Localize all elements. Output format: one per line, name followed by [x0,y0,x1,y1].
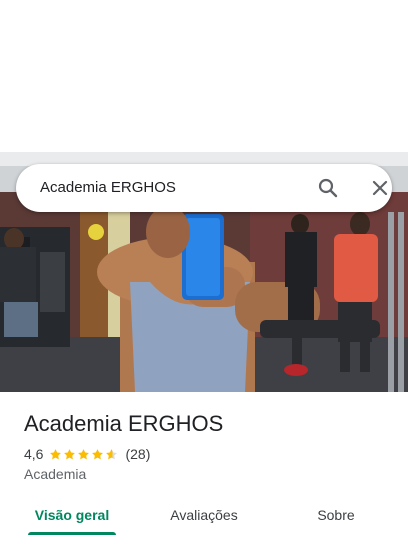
tab-reviews[interactable]: Avaliações [152,506,256,544]
tab-bar: Visão geral Avaliações Sobre [0,496,408,544]
star-icon [78,448,90,459]
search-bar[interactable]: Academia ERGHOS [16,164,392,212]
place-category[interactable]: Academia [24,465,86,483]
place-info-panel: Academia ERGHOS 4,6 (28) Academia Visão … [0,392,408,544]
tab-overview[interactable]: Visão geral [20,506,124,544]
star-rating [49,448,119,461]
rating-row[interactable]: 4,6 (28) [24,444,150,464]
star-icon [92,448,104,459]
star-icon [106,448,118,459]
active-tab-indicator [28,532,116,535]
search-icon[interactable] [316,176,340,200]
search-input[interactable]: Academia ERGHOS [40,178,176,198]
close-icon[interactable] [368,176,392,200]
place-title: Academia ERGHOS [24,411,224,436]
rating-value: 4,6 [24,446,44,462]
star-icon [64,448,76,459]
map-area [0,0,408,152]
tab-about[interactable]: Sobre [284,506,388,544]
review-count[interactable]: (28) [125,446,150,462]
star-icon [50,448,62,459]
